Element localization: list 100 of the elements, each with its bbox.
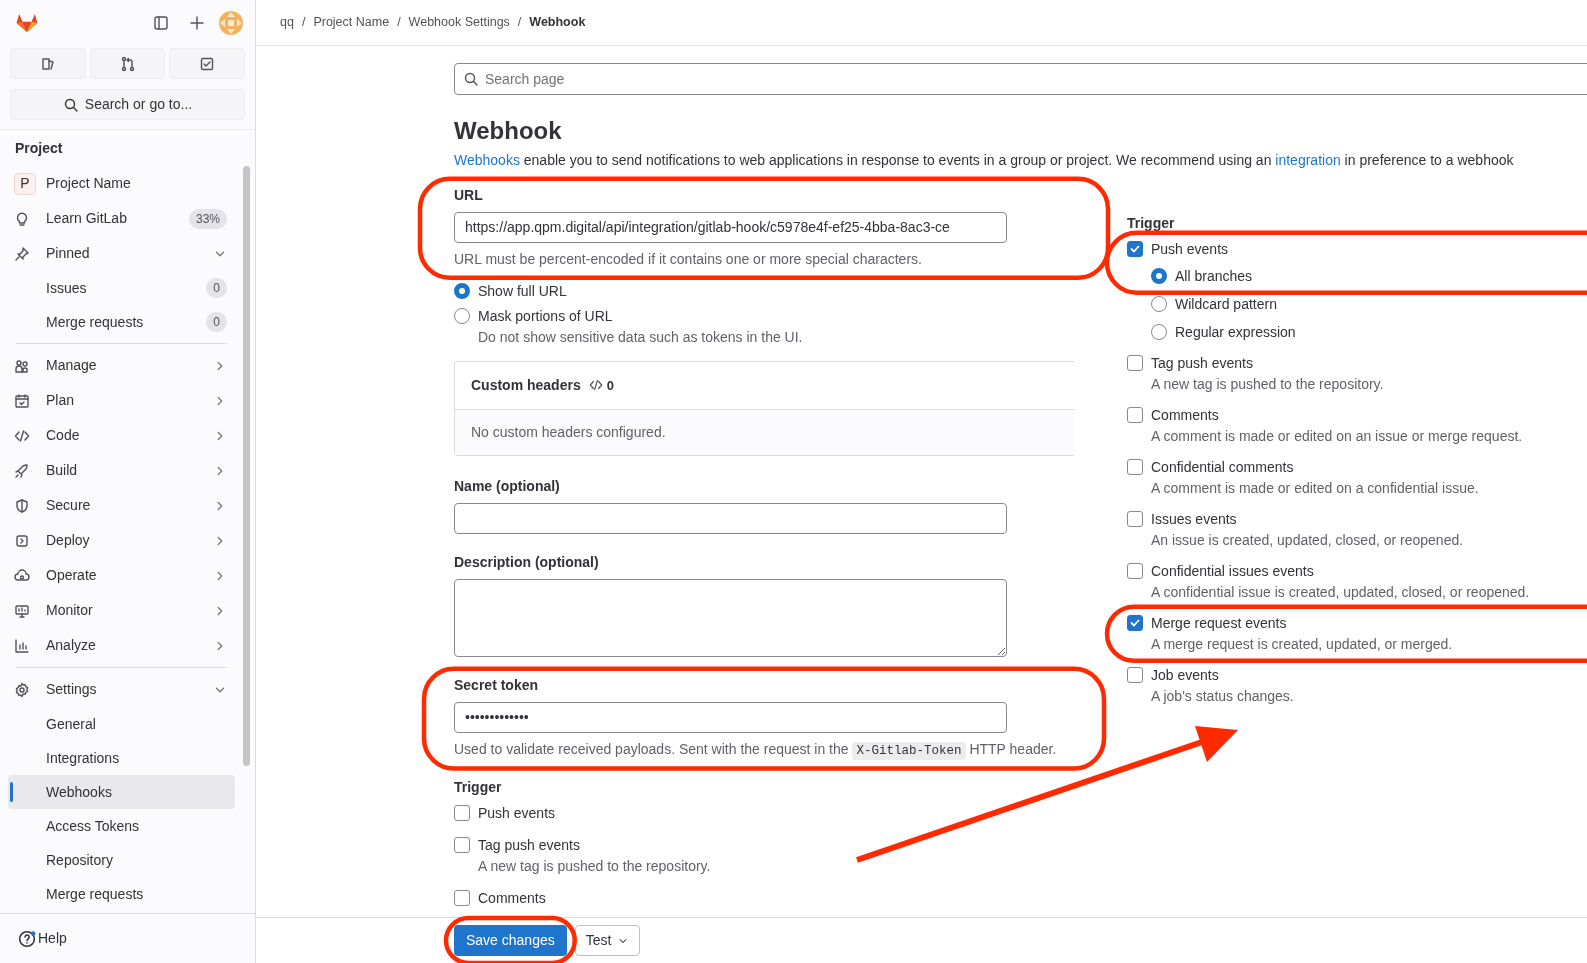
sidebar-button[interactable] (169, 48, 245, 79)
radio-button[interactable] (1151, 323, 1167, 340)
nav-item[interactable]: Secure (8, 488, 235, 523)
nav-item[interactable]: Code (8, 418, 235, 453)
nav-item[interactable]: Manage (8, 348, 235, 383)
avatar-icon[interactable] (219, 11, 243, 35)
nav-item[interactable]: Issues 0 (8, 271, 235, 305)
help-text: Used to validate received payloads. Sent with the request in the X-Gitlab-Token HTTP header. (454, 739, 1058, 761)
help-text: A comment is made or edited on a confidential issue. (1151, 478, 1479, 498)
field-label: Description (optional) (454, 553, 600, 571)
count-badge: 0 (206, 278, 227, 298)
nav-item[interactable]: Merge requests 0 (8, 305, 235, 339)
breadcrumb-separator: / (397, 14, 401, 32)
nav-item[interactable]: Access Tokens (8, 809, 235, 843)
search-field[interactable]: Search page (454, 63, 1587, 95)
checkbox[interactable] (1127, 614, 1143, 631)
breadcrumb-link[interactable]: Webhook (529, 13, 586, 32)
test-button[interactable]: Test (574, 925, 641, 956)
option-label: Comments (478, 888, 546, 908)
checkbox[interactable] (1127, 458, 1143, 475)
radio-button[interactable] (454, 307, 470, 324)
checkbox[interactable] (1127, 240, 1143, 257)
option-label: Confidential issues events (1151, 561, 1315, 581)
nav-item[interactable]: Plan (8, 383, 235, 418)
input-field[interactable]: https://app.qpm.digital/api/integration/gitlab-hook/c5978e4f-ef25-4bba-8ac3-ce (454, 211, 1007, 243)
lightbulb-icon (14, 210, 30, 227)
option-label: Comments (1151, 405, 1220, 425)
page-title: Webhook (454, 117, 563, 146)
shield-icon (14, 497, 30, 514)
nav-item[interactable]: Repository (8, 843, 235, 877)
plus-icon[interactable] (189, 15, 205, 31)
section-label: Trigger (1127, 213, 1176, 233)
nav-item[interactable]: Settings (8, 672, 235, 707)
breadcrumb-separator: / (301, 14, 306, 32)
option-label: Push events (478, 803, 556, 823)
checkbox[interactable] (454, 889, 470, 906)
nav-item[interactable]: Build (8, 453, 235, 488)
radio-button[interactable] (454, 282, 470, 299)
section-title: Project (14, 139, 64, 158)
nav-item[interactable]: Analyze (8, 628, 235, 663)
radio-button[interactable] (1151, 295, 1167, 312)
checkbox[interactable] (1127, 510, 1143, 527)
checkbox[interactable] (1127, 354, 1143, 371)
nav-item[interactable]: P Project Name (8, 166, 235, 201)
checkbox[interactable] (454, 836, 470, 853)
header-count: 0 (606, 376, 614, 395)
nav-item[interactable]: Learn GitLab 33% (8, 201, 235, 236)
cloud-icon (14, 567, 30, 584)
rocket-icon (14, 462, 30, 479)
calendar-icon (14, 392, 30, 409)
nav-item[interactable]: Webhooks (8, 775, 235, 809)
option-label: Mask portions of URL (478, 306, 614, 326)
search-icon (463, 71, 479, 87)
nav-item[interactable]: Operate (8, 558, 235, 593)
help-text: A job's status changes. (1151, 686, 1294, 706)
text-area[interactable] (454, 578, 1007, 657)
gear-icon (14, 681, 30, 698)
option-label: Show full URL (478, 281, 567, 301)
sidebar-button[interactable] (89, 48, 166, 79)
option-label: Confidential comments (1151, 457, 1295, 477)
page-description: Webhooks enable you to send notifications to web applications in response to events in a group or project. We recommend using an integration in preference to a webhook (454, 150, 1515, 170)
nav-item[interactable]: Monitor (8, 593, 235, 628)
input-field[interactable]: ••••••••••••• (454, 701, 1007, 733)
nav-item[interactable]: General (8, 707, 235, 741)
checkbox[interactable] (1127, 666, 1143, 683)
help-text: A comment is made or edited on an issue or merge request. (1151, 426, 1523, 446)
breadcrumb-link[interactable]: Webhook Settings (408, 13, 510, 32)
search-button[interactable]: Search or go to... (10, 89, 245, 120)
nav-item[interactable]: Pinned (8, 236, 235, 271)
breadcrumb-separator: / (517, 14, 522, 32)
count-badge: 33% (188, 208, 227, 229)
count-badge: 0 (206, 312, 227, 332)
checkbox[interactable] (454, 804, 470, 821)
text-link[interactable]: Webhooks (454, 151, 520, 168)
panel-icon[interactable] (153, 15, 169, 31)
save-button[interactable]: Save changes (454, 925, 567, 956)
option-label: All branches (1175, 266, 1253, 286)
checkbox[interactable] (1127, 562, 1143, 579)
checkbox[interactable] (1127, 406, 1143, 423)
help-button[interactable]: Help (18, 928, 67, 949)
breadcrumb-link[interactable]: Project Name (313, 13, 390, 32)
chart-icon (14, 637, 30, 654)
project-avatar: P (14, 172, 36, 195)
sidebar-button[interactable] (10, 48, 86, 79)
radio-button[interactable] (1151, 267, 1167, 284)
option-label: Merge request events (1151, 613, 1288, 633)
field-label: URL (454, 186, 484, 204)
nav-item[interactable]: Deploy (8, 523, 235, 558)
field-label: Name (optional) (454, 477, 561, 495)
help-icon (18, 929, 36, 948)
issues-icon (39, 55, 56, 72)
text-link[interactable]: integration (1275, 151, 1341, 168)
breadcrumb-link[interactable]: qq (280, 13, 294, 32)
search-icon (62, 96, 79, 113)
nav-item[interactable]: Integrations (8, 741, 235, 775)
input-field[interactable] (454, 502, 1007, 534)
help-text: URL must be percent-encoded if it contains one or more special characters. (454, 249, 923, 269)
help-text: A new tag is pushed to the repository. (478, 856, 711, 876)
option-label: Job events (1151, 665, 1220, 685)
nav-item[interactable]: Merge requests (8, 877, 235, 911)
